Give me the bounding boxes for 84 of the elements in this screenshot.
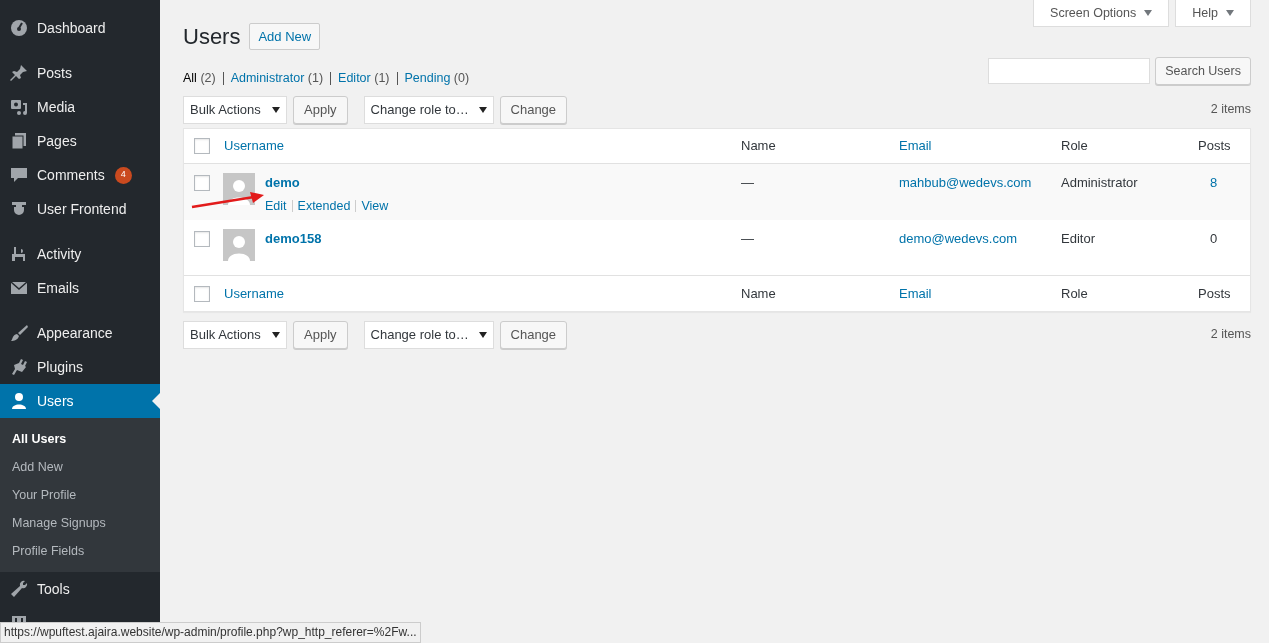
table-cell: Editor bbox=[1061, 230, 1095, 246]
posts-link[interactable]: 8 bbox=[1210, 175, 1218, 191]
row-action-link[interactable]: Edit bbox=[265, 196, 287, 216]
column-header[interactable]: Email bbox=[899, 285, 932, 301]
column-header[interactable]: Email bbox=[899, 138, 932, 154]
column-header: Name bbox=[741, 138, 776, 154]
checkbox[interactable] bbox=[194, 230, 210, 247]
filter-link[interactable]: Editor (1) bbox=[338, 69, 390, 88]
submenu-item[interactable]: Add New bbox=[0, 453, 160, 481]
row-action-link[interactable]: Extended bbox=[297, 196, 351, 216]
change-role-select[interactable]: Change role to… bbox=[363, 95, 494, 124]
table-cell: Administrator bbox=[1061, 175, 1138, 191]
email-link[interactable]: mahbub@wedevs.com bbox=[899, 175, 1032, 191]
apply-button[interactable]: Apply bbox=[293, 95, 348, 124]
table-cell: 0 bbox=[1210, 230, 1218, 246]
filter-link[interactable]: Pending (0) bbox=[404, 69, 470, 88]
sidebar-item[interactable]: Posts bbox=[0, 56, 160, 90]
sidebar-item[interactable]: Dashboard bbox=[0, 11, 160, 45]
column-header: Posts bbox=[1198, 138, 1231, 154]
caret-icon bbox=[1144, 10, 1153, 16]
username-link[interactable]: demo158 bbox=[265, 228, 322, 249]
caret-icon bbox=[272, 331, 280, 338]
submenu-item[interactable]: Your Profile bbox=[0, 481, 160, 509]
item-count: 2 items bbox=[1210, 326, 1251, 344]
sidebar-item[interactable]: Plugins bbox=[0, 350, 160, 384]
table-cell: — bbox=[741, 230, 754, 246]
sidebar-item[interactable]: Appearance bbox=[0, 316, 160, 350]
add-new-button[interactable]: Add New bbox=[249, 22, 321, 51]
table-cell: — bbox=[741, 175, 754, 191]
change-role-select[interactable]: Change role to… bbox=[363, 320, 494, 349]
media-icon bbox=[9, 97, 29, 117]
dashboard-icon bbox=[9, 18, 29, 38]
filter-link[interactable]: All (2) bbox=[183, 69, 216, 88]
sidebar-item[interactable]: Emails bbox=[0, 271, 160, 305]
username-link[interactable]: demo bbox=[265, 173, 389, 193]
checkbox[interactable] bbox=[194, 285, 210, 302]
column-header: Posts bbox=[1198, 285, 1231, 301]
column-header[interactable]: Username bbox=[224, 285, 284, 301]
sidebar-item[interactable]: User Frontend bbox=[0, 192, 160, 226]
bulk-actions-select[interactable]: Bulk Actions bbox=[183, 320, 287, 349]
paintbrush-icon bbox=[9, 323, 29, 343]
pin-icon bbox=[9, 63, 29, 83]
submenu-item[interactable]: Manage Signups bbox=[0, 509, 160, 537]
row-action-link[interactable]: View bbox=[361, 196, 389, 216]
current-pointer bbox=[152, 393, 160, 409]
caret-icon bbox=[478, 106, 487, 113]
bulk-actions-select[interactable]: Bulk Actions bbox=[183, 95, 287, 124]
search-users-button[interactable]: Search Users bbox=[1155, 57, 1251, 85]
caret-icon bbox=[478, 331, 487, 338]
item-count: 2 items bbox=[1210, 101, 1251, 119]
search-field[interactable] bbox=[988, 58, 1151, 84]
sidebar-item[interactable]: Tools bbox=[0, 572, 160, 606]
checkbox[interactable] bbox=[194, 175, 210, 192]
sidebar-item[interactable]: Media bbox=[0, 90, 160, 124]
change-button[interactable]: Change bbox=[499, 320, 568, 349]
wrench-icon bbox=[9, 579, 29, 599]
sidebar-item[interactable]: Comments 4 bbox=[0, 158, 160, 192]
avatar-icon bbox=[223, 173, 255, 206]
sidebar-item[interactable]: Activity bbox=[0, 237, 160, 271]
person-icon bbox=[9, 391, 29, 411]
pages-icon bbox=[9, 131, 29, 151]
column-header: Role bbox=[1061, 138, 1088, 154]
apply-button[interactable]: Apply bbox=[293, 320, 348, 349]
avatar-icon bbox=[223, 228, 255, 261]
column-header: Name bbox=[741, 285, 776, 301]
filter-link[interactable]: Administrator (1) bbox=[230, 69, 324, 88]
plug-icon bbox=[9, 357, 29, 377]
screen-meta-tab[interactable]: Screen Options bbox=[1033, 0, 1170, 27]
caret-icon bbox=[272, 106, 280, 113]
column-header: Role bbox=[1061, 285, 1088, 301]
email-link[interactable]: demo@wedevs.com bbox=[899, 230, 1017, 246]
page-title: Users bbox=[183, 23, 241, 51]
submenu-item[interactable]: Profile Fields bbox=[0, 537, 160, 565]
sidebar-item[interactable]: Users bbox=[0, 384, 160, 418]
checkbox[interactable] bbox=[194, 138, 210, 154]
submenu-item[interactable]: All Users bbox=[0, 425, 160, 453]
column-header[interactable]: Username bbox=[224, 138, 284, 154]
speech-bubble-icon bbox=[9, 165, 29, 185]
screen-meta-tab[interactable]: Help bbox=[1175, 0, 1251, 27]
caret-icon bbox=[1226, 10, 1234, 16]
change-button[interactable]: Change bbox=[499, 95, 568, 124]
link-preview-tooltip: https://wpuftest.ajaira.website/wp-admin/profile.php?wp_http_referer=%2Fw... bbox=[0, 622, 421, 643]
sidebar-item[interactable]: Pages bbox=[0, 124, 160, 158]
count-badge: 4 bbox=[114, 166, 132, 184]
